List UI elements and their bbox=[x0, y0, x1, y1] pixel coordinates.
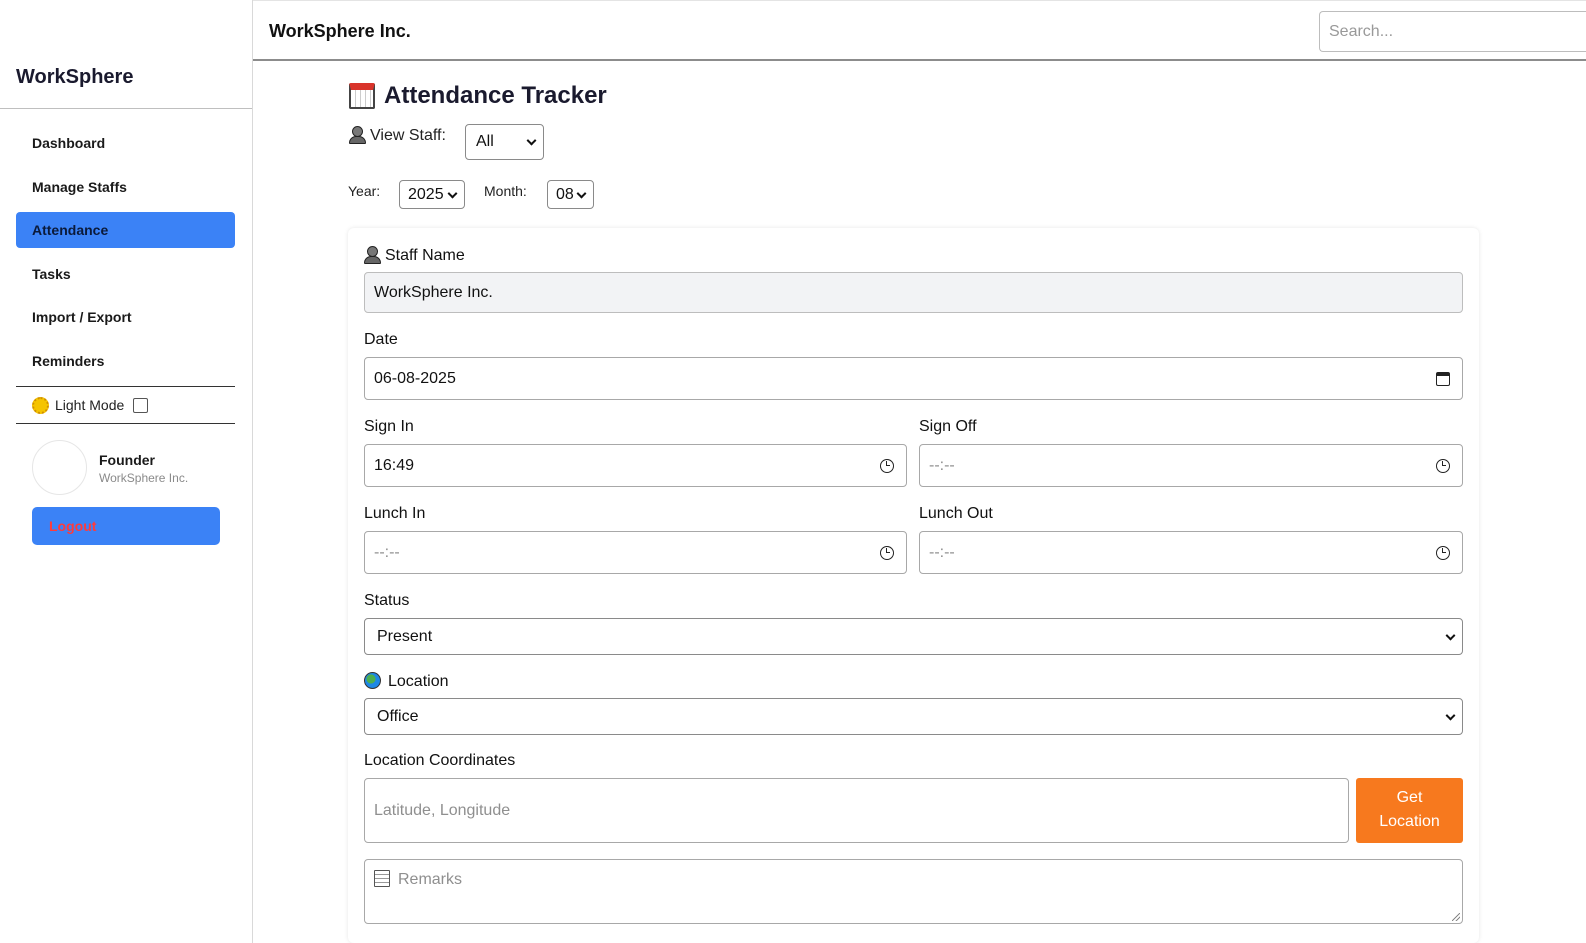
sidebar-item-dashboard[interactable]: Dashboard bbox=[16, 125, 235, 161]
user-role: Founder bbox=[99, 452, 155, 468]
year-select[interactable]: 2025 bbox=[399, 180, 465, 209]
sign-in-value: 16:49 bbox=[374, 456, 415, 474]
divider bbox=[16, 423, 235, 424]
light-mode-checkbox[interactable] bbox=[133, 397, 149, 413]
calendar-picker-icon[interactable] bbox=[1436, 371, 1450, 386]
clock-icon[interactable] bbox=[1436, 545, 1450, 560]
sidebar-item-reminders[interactable]: Reminders bbox=[16, 343, 235, 379]
sign-off-value: --:-- bbox=[929, 456, 955, 474]
lunch-out-label: Lunch Out bbox=[919, 505, 993, 522]
view-staff-select[interactable]: All bbox=[465, 124, 544, 160]
search-input[interactable]: Search... bbox=[1319, 11, 1586, 52]
year-value: 2025 bbox=[408, 185, 444, 203]
year-label: Year: bbox=[348, 183, 381, 199]
page-title-text: Attendance Tracker bbox=[384, 82, 607, 109]
location-select[interactable]: Office bbox=[364, 698, 1463, 735]
resize-handle[interactable] bbox=[1452, 913, 1460, 921]
coords-placeholder: Latitude, Longitude bbox=[374, 801, 511, 819]
staff-name-label-text: Staff Name bbox=[385, 247, 465, 264]
lunch-in-value: --:-- bbox=[374, 543, 400, 561]
sign-off-label: Sign Off bbox=[919, 418, 977, 435]
location-label: Location bbox=[364, 672, 449, 691]
sidebar-item-import-export[interactable]: Import / Export bbox=[16, 299, 235, 335]
coords-input[interactable]: Latitude, Longitude bbox=[364, 778, 1349, 843]
view-staff-label-text: View Staff: bbox=[370, 127, 446, 144]
memo-icon bbox=[374, 870, 390, 887]
divider bbox=[16, 386, 235, 387]
lunch-in-label: Lunch In bbox=[364, 505, 426, 522]
month-select[interactable]: 08 bbox=[547, 180, 594, 209]
logout-button[interactable]: Logout bbox=[32, 507, 220, 545]
month-label: Month: bbox=[484, 183, 527, 199]
view-staff-label: View Staff: bbox=[349, 126, 446, 145]
chevron-down-icon bbox=[526, 135, 537, 146]
get-location-button[interactable]: Get Location bbox=[1356, 778, 1463, 843]
chevron-down-icon bbox=[1445, 630, 1456, 641]
divider bbox=[0, 108, 252, 109]
calendar-icon bbox=[349, 83, 375, 109]
date-label: Date bbox=[364, 331, 398, 348]
avatar bbox=[32, 440, 87, 495]
staff-name-label: Staff Name bbox=[364, 246, 465, 265]
sign-in-field[interactable]: 16:49 bbox=[364, 444, 907, 487]
clock-icon[interactable] bbox=[1436, 458, 1450, 473]
sun-icon bbox=[32, 396, 49, 414]
remarks-placeholder: Remarks bbox=[398, 871, 463, 888]
chevron-down-icon bbox=[447, 188, 458, 199]
clock-icon[interactable] bbox=[880, 458, 894, 473]
staff-name-value: WorkSphere Inc. bbox=[374, 283, 493, 301]
status-value: Present bbox=[377, 627, 433, 645]
brand-title: WorkSphere bbox=[16, 66, 134, 88]
person-icon bbox=[364, 246, 381, 264]
page-title: Attendance Tracker bbox=[349, 82, 607, 110]
chevron-down-icon bbox=[1445, 710, 1456, 721]
theme-toggle-label: Light Mode bbox=[55, 397, 125, 413]
user-org: WorkSphere Inc. bbox=[99, 471, 189, 485]
view-staff-value: All bbox=[476, 133, 494, 150]
clock-icon[interactable] bbox=[880, 545, 894, 560]
globe-icon bbox=[364, 672, 381, 689]
person-icon bbox=[349, 126, 366, 144]
get-location-label: Get Location bbox=[1379, 789, 1440, 830]
date-value: 06-08-2025 bbox=[374, 369, 456, 387]
status-label: Status bbox=[364, 592, 410, 609]
sign-off-field[interactable]: --:-- bbox=[919, 444, 1463, 487]
sidebar: WorkSphere Dashboard Manage Staffs Atten… bbox=[0, 0, 253, 943]
location-label-text: Location bbox=[388, 673, 449, 690]
sidebar-item-attendance[interactable]: Attendance bbox=[16, 212, 235, 248]
remarks-textarea[interactable]: Remarks bbox=[364, 859, 1463, 924]
sidebar-item-manage-staffs[interactable]: Manage Staffs bbox=[16, 169, 235, 205]
chevron-down-icon bbox=[576, 188, 587, 199]
lunch-in-field[interactable]: --:-- bbox=[364, 531, 907, 574]
lunch-out-value: --:-- bbox=[929, 543, 955, 561]
status-select[interactable]: Present bbox=[364, 618, 1463, 655]
sign-in-label: Sign In bbox=[364, 418, 414, 435]
staff-name-field: WorkSphere Inc. bbox=[364, 272, 1463, 313]
location-value: Office bbox=[377, 707, 419, 725]
date-field[interactable]: 06-08-2025 bbox=[364, 357, 1463, 400]
sidebar-item-tasks[interactable]: Tasks bbox=[16, 256, 235, 292]
org-title: WorkSphere Inc. bbox=[269, 21, 411, 41]
month-value: 08 bbox=[556, 185, 574, 203]
theme-toggle[interactable]: Light Mode bbox=[32, 395, 149, 415]
top-bar: WorkSphere Inc. Search... bbox=[253, 0, 1586, 61]
coords-label: Location Coordinates bbox=[364, 752, 516, 769]
lunch-out-field[interactable]: --:-- bbox=[919, 531, 1463, 574]
